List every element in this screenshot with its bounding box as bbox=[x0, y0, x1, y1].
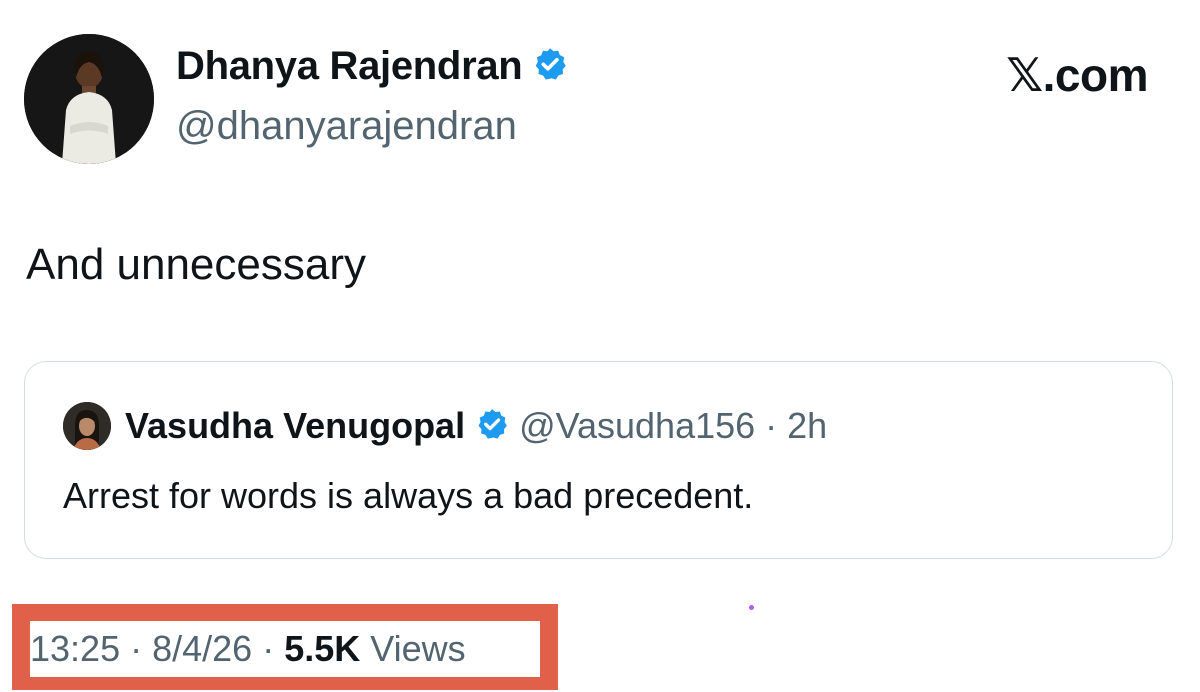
quoted-separator: · bbox=[765, 405, 778, 446]
verified-badge-icon bbox=[532, 46, 568, 87]
author-handle[interactable]: @dhanyarajendran bbox=[176, 104, 517, 149]
author-name[interactable]: Dhanya Rajendran bbox=[176, 44, 523, 89]
quoted-author-name[interactable]: Vasudha Venugopal bbox=[125, 405, 465, 447]
author-avatar-image bbox=[24, 34, 154, 164]
views-count[interactable]: 5.5K bbox=[284, 628, 360, 670]
quoted-author-avatar-image bbox=[63, 402, 111, 450]
views-label: Views bbox=[360, 628, 466, 669]
meta-separator: · bbox=[252, 628, 285, 669]
author-name-row: Dhanya Rajendran bbox=[176, 44, 568, 89]
meta-separator: · bbox=[120, 628, 153, 669]
tweet-text: And unnecessary bbox=[26, 240, 366, 289]
quoted-timestamp[interactable]: 2h bbox=[787, 405, 827, 447]
quoted-tweet-header: Vasudha Venugopal @Vasudha156 · 2h bbox=[63, 402, 827, 450]
quoted-tweet-card[interactable]: Vasudha Venugopal @Vasudha156 · 2h Arres… bbox=[24, 361, 1173, 559]
quoted-author-avatar[interactable] bbox=[63, 402, 111, 450]
highlight-annotation-box: 13:25 · 8/4/26 · 5.5K Views bbox=[12, 604, 558, 690]
quoted-tweet-text: Arrest for words is always a bad precede… bbox=[63, 475, 754, 516]
tweet-date[interactable]: 8/4/26 bbox=[152, 628, 252, 670]
quoted-verified-badge-icon bbox=[475, 407, 509, 446]
decorative-dot bbox=[749, 605, 754, 610]
quoted-author-handle[interactable]: @Vasudha156 bbox=[519, 405, 755, 447]
x-brand-logo: 𝕏.com bbox=[1006, 49, 1148, 101]
tweet-meta-row: 13:25 · 8/4/26 · 5.5K Views bbox=[30, 621, 540, 677]
author-avatar[interactable] bbox=[24, 34, 154, 164]
tweet-time[interactable]: 13:25 bbox=[30, 628, 120, 670]
